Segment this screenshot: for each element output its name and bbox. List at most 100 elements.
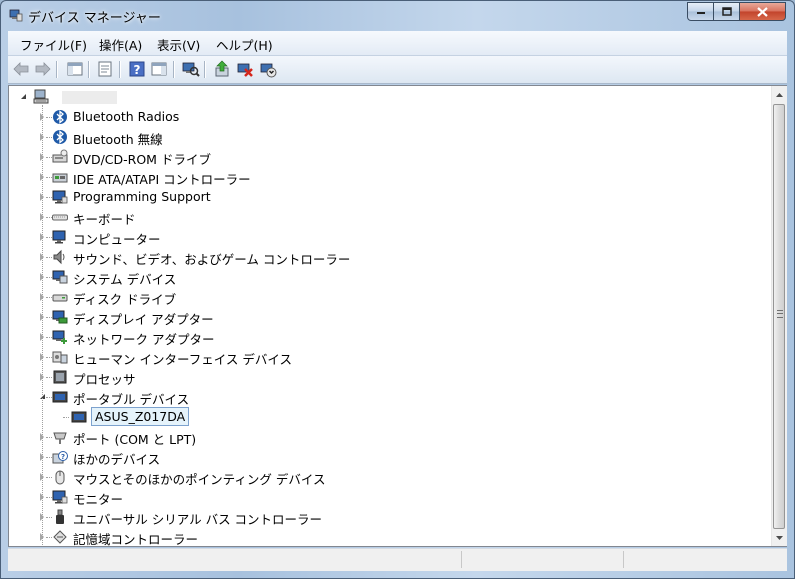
- forward-arrow-icon[interactable]: [34, 60, 52, 78]
- system-device-icon: [52, 270, 68, 284]
- menu-file[interactable]: ファイル(F): [20, 35, 87, 54]
- redacted-computer-name: [62, 91, 117, 104]
- toolbar-separator: [88, 61, 89, 78]
- tree-category-row[interactable]: ネットワーク アダプター: [9, 327, 769, 347]
- tree-item-label: システム デバイス: [73, 272, 177, 287]
- console-tree-icon[interactable]: [66, 60, 84, 78]
- status-pane-secondary: [464, 551, 624, 568]
- storage-controller-icon: [53, 530, 67, 544]
- tree-item-label: モニター: [73, 492, 124, 507]
- tree-child-row[interactable]: ASUS_Z017DA: [9, 407, 769, 427]
- status-bar: [8, 548, 787, 571]
- tree-item-label: ほかのデバイス: [73, 452, 161, 467]
- scroll-up-icon: [776, 92, 783, 97]
- properties-icon[interactable]: [96, 60, 114, 78]
- maximize-icon: [721, 7, 732, 16]
- tree-root-row[interactable]: [9, 87, 769, 107]
- enable-device-icon[interactable]: [259, 60, 277, 78]
- menu-view[interactable]: 表示(V): [157, 35, 200, 54]
- menu-help[interactable]: ヘルプ(H): [216, 35, 273, 54]
- svg-text:?: ?: [134, 63, 141, 77]
- keyboard-icon: [52, 214, 68, 221]
- tree-category-row[interactable]: ヒューマン インターフェイス デバイス: [9, 347, 769, 367]
- device-tree: Bluetooth Radios Bluetooth 無線 DVD/CD-ROM ド…: [9, 86, 771, 546]
- scan-hardware-icon[interactable]: [182, 60, 200, 78]
- tree-item-label: ディスプレイ アダプター: [73, 312, 214, 327]
- tree-item-label: 記憶域コントローラー: [73, 532, 199, 546]
- tree-category-row[interactable]: プロセッサ: [9, 367, 769, 387]
- tree-category-row[interactable]: DVD/CD-ROM ドライブ: [9, 147, 769, 167]
- computer-icon: [52, 230, 66, 244]
- svg-text:?: ?: [61, 453, 65, 461]
- tree-connector: [63, 417, 69, 418]
- scroll-up-button[interactable]: [772, 86, 787, 103]
- tree-item-label: ヒューマン インターフェイス デバイス: [73, 352, 292, 367]
- tree-item-label: ネットワーク アダプター: [73, 332, 215, 347]
- hid-icon: [52, 351, 68, 364]
- tree-category-row[interactable]: ディスク ドライブ: [9, 287, 769, 307]
- scroll-grip-icon: [777, 310, 783, 318]
- toolbar-separator: [56, 61, 57, 78]
- action-pane-icon[interactable]: [150, 60, 168, 78]
- close-icon: [757, 6, 768, 17]
- tree-category-row[interactable]: Bluetooth 無線: [9, 127, 769, 147]
- minimize-button[interactable]: [687, 2, 714, 21]
- tree-category-row[interactable]: システム デバイス: [9, 267, 769, 287]
- mouse-icon: [55, 470, 65, 485]
- processor-icon: [53, 370, 67, 384]
- tree-category-row[interactable]: ユニバーサル シリアル バス コントローラー: [9, 507, 769, 527]
- menu-bar: ファイル(F) 操作(A) 表示(V) ヘルプ(H): [8, 31, 787, 56]
- tree-category-row[interactable]: ポート (COM と LPT): [9, 427, 769, 447]
- tree-item-label: マウスとそのほかのポインティング デバイス: [73, 472, 326, 487]
- disk-drive-icon: [52, 294, 68, 302]
- tree-item-label: ポート (COM と LPT): [73, 432, 197, 447]
- toolbar-separator: [119, 61, 120, 78]
- tree-category-row[interactable]: ポータブル デバイス: [9, 387, 769, 407]
- ide-controller-icon: [52, 173, 68, 183]
- maximize-button[interactable]: [713, 2, 740, 21]
- expanded-arrow-icon[interactable]: [21, 94, 26, 99]
- menu-action[interactable]: 操作(A): [99, 35, 142, 54]
- tree-item-label: Bluetooth 無線: [73, 132, 163, 147]
- tree-item-label: Programming Support: [73, 189, 211, 204]
- tree-item-label: IDE ATA/ATAPI コントローラー: [73, 172, 251, 187]
- tree-category-row[interactable]: ? ほかのデバイス: [9, 447, 769, 467]
- tree-category-row[interactable]: サウンド、ビデオ、およびゲーム コントローラー: [9, 247, 769, 267]
- device-tree-panel: Bluetooth Radios Bluetooth 無線 DVD/CD-ROM ド…: [8, 85, 787, 547]
- tree-category-row[interactable]: コンピューター: [9, 227, 769, 247]
- back-arrow-icon[interactable]: [12, 60, 30, 78]
- vertical-scrollbar[interactable]: [771, 86, 787, 546]
- port-icon: [53, 432, 67, 444]
- tree-item-label: キーボード: [73, 212, 136, 227]
- unknown-device-icon: ?: [52, 451, 68, 464]
- minimize-icon: [696, 11, 705, 14]
- tree-category-row[interactable]: IDE ATA/ATAPI コントローラー: [9, 167, 769, 187]
- portable-device-icon: [71, 411, 87, 423]
- tree-category-row[interactable]: 記憶域コントローラー: [9, 527, 769, 546]
- tree-item-label: ディスク ドライブ: [73, 292, 177, 307]
- usb-icon: [56, 509, 64, 524]
- uninstall-icon[interactable]: [236, 60, 254, 78]
- scroll-thumb[interactable]: [773, 104, 785, 529]
- tree-item-label: ASUS_Z017DA: [91, 407, 190, 426]
- bluetooth-icon: [53, 110, 67, 124]
- tree-item-label: DVD/CD-ROM ドライブ: [73, 152, 211, 167]
- speaker-icon: [53, 249, 65, 265]
- update-driver-icon[interactable]: [213, 60, 231, 78]
- tree-category-row[interactable]: Bluetooth Radios: [9, 107, 769, 127]
- toolbar: ?: [8, 56, 787, 84]
- scroll-down-button[interactable]: [772, 529, 787, 546]
- help-icon[interactable]: ?: [128, 60, 146, 78]
- tree-item-label: プロセッサ: [73, 372, 136, 387]
- tree-category-row[interactable]: モニター: [9, 487, 769, 507]
- tree-category-row[interactable]: ディスプレイ アダプター: [9, 307, 769, 327]
- tree-category-row[interactable]: Programming Support: [9, 187, 769, 207]
- close-button[interactable]: [739, 2, 786, 21]
- toolbar-separator: [173, 61, 174, 78]
- monitor-icon: [52, 190, 68, 204]
- title-bar[interactable]: デバイス マネージャー: [1, 1, 794, 29]
- tree-category-row[interactable]: キーボード: [9, 207, 769, 227]
- tree-item-label: ユニバーサル シリアル バス コントローラー: [73, 512, 323, 527]
- tree-item-label: コンピューター: [73, 232, 161, 247]
- tree-category-row[interactable]: マウスとそのほかのポインティング デバイス: [9, 467, 769, 487]
